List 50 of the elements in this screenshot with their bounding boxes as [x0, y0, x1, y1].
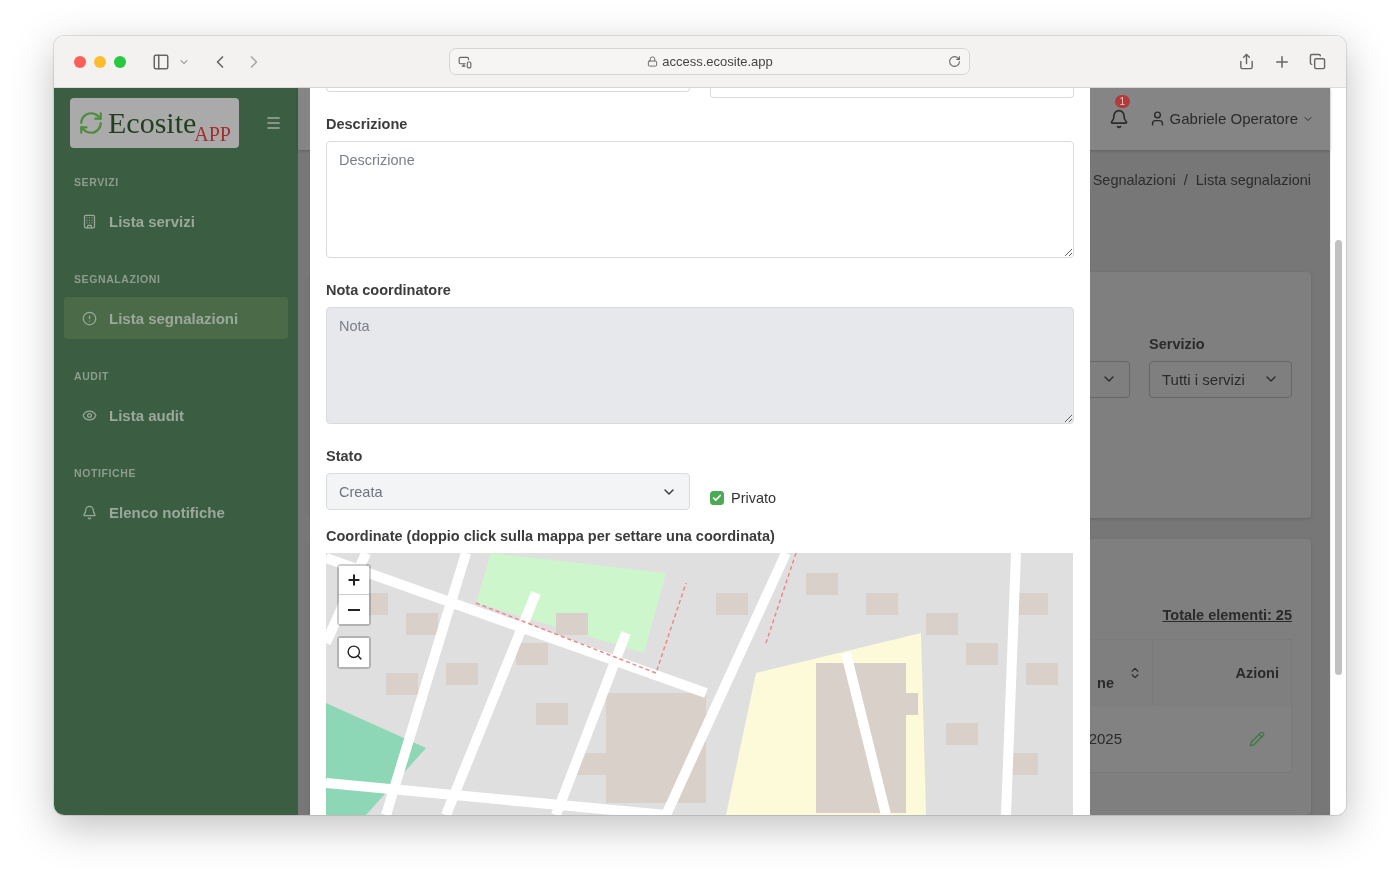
- lock-icon: [647, 56, 659, 67]
- user-menu[interactable]: Gabriele Operatore: [1148, 110, 1314, 128]
- search-button[interactable]: [339, 638, 369, 667]
- alert-circle-icon: [82, 310, 97, 326]
- sidebar-item[interactable]: Elenco notifiche: [64, 491, 288, 533]
- column-header: Azioni: [1234, 663, 1280, 683]
- url-text: access.ecosite.app: [662, 54, 773, 69]
- building-icon: [82, 213, 97, 229]
- total-count[interactable]: Totale elementi: 25: [1162, 606, 1292, 623]
- menu-icon[interactable]: [265, 114, 282, 132]
- bell-icon[interactable]: [1108, 108, 1129, 129]
- field-label: Servizio: [1149, 335, 1206, 352]
- bell-icon: [82, 504, 97, 520]
- private-checkbox[interactable]: Privato: [710, 489, 777, 506]
- input-field[interactable]: [710, 88, 1074, 98]
- field-label: Stato: [326, 448, 364, 464]
- text-area[interactable]: Descrizione: [326, 141, 1074, 258]
- select-field[interactable]: Tutti i servizi: [1149, 360, 1292, 398]
- maximize-window-button[interactable]: [114, 55, 126, 68]
- breadcrumb-separator: /: [1183, 171, 1188, 190]
- notification-badge: 1: [1114, 94, 1131, 108]
- page-icon: [458, 54, 472, 69]
- eye-icon: [82, 407, 97, 423]
- reload-icon[interactable]: [948, 55, 961, 68]
- zoom-out-button[interactable]: [339, 595, 369, 624]
- plus-icon: [346, 572, 362, 588]
- section-title: AUDIT: [73, 370, 111, 382]
- close-window-button[interactable]: [74, 55, 86, 68]
- sidebar-item[interactable]: Lista segnalazioni: [64, 297, 288, 339]
- share-icon[interactable]: [1238, 53, 1255, 70]
- logo-name: Ecosite: [108, 106, 197, 139]
- sidebar-item[interactable]: Lista audit: [64, 394, 288, 436]
- tabs-overview-icon[interactable]: [1309, 53, 1326, 70]
- section-title: SEGNALAZIONI: [73, 273, 162, 285]
- address-bar[interactable]: access.ecosite.app: [449, 48, 970, 75]
- sidebar-item[interactable]: Lista servizi: [64, 200, 288, 242]
- field-label: Nota coordinatore: [326, 282, 452, 298]
- zoom-in-button[interactable]: [339, 566, 369, 595]
- field-label: Descrizione: [326, 116, 409, 132]
- scrollbar-thumb[interactable]: [1335, 240, 1342, 675]
- sidebar-icon[interactable]: [152, 52, 170, 71]
- breadcrumb-item[interactable]: Segnalazioni: [1092, 171, 1176, 244]
- breadcrumb-item: Lista segnalazioni: [1195, 171, 1311, 190]
- minus-icon: [348, 608, 360, 611]
- section-title: NOTIFICHE: [73, 467, 137, 479]
- checkbox[interactable]: [710, 490, 724, 505]
- section-title: SERVIZI: [73, 176, 120, 188]
- field-label: Coordinate (doppio click sulla mappa per settare una coordinata): [326, 528, 776, 544]
- search-icon: [345, 644, 363, 661]
- logo-suffix: APP: [194, 123, 231, 146]
